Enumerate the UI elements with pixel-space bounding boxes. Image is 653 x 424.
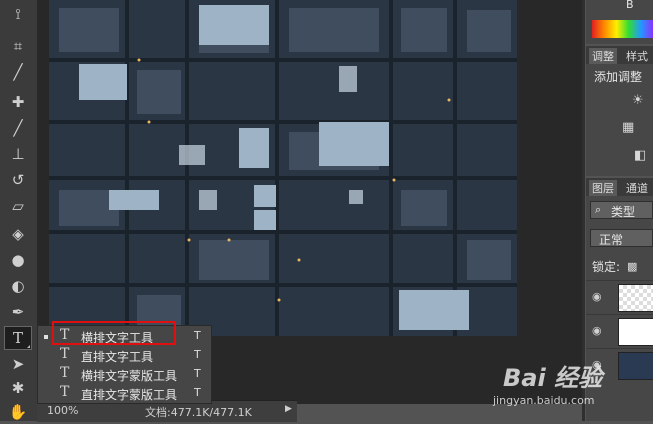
- adjustments-tabs: 调整 样式: [586, 46, 653, 64]
- document-image: [49, 0, 517, 336]
- lock-label: 锁定:: [592, 260, 621, 274]
- layers-tabs: 图层 通道: [586, 178, 653, 196]
- blend-mode-select[interactable]: 正常: [590, 229, 653, 247]
- color-b-label: B: [626, 0, 634, 11]
- path-selection-tool-icon[interactable]: ➤: [4, 352, 32, 376]
- custom-shape-tool-icon[interactable]: ✱: [4, 376, 32, 400]
- dodge-tool-icon[interactable]: ◐: [4, 274, 32, 298]
- layer-thumbnail: [618, 352, 653, 380]
- flyout-item-shortcut: T: [194, 329, 201, 342]
- flyout-item-label: 直排文字工具: [81, 350, 154, 364]
- hand-tool-icon[interactable]: ✋: [4, 400, 32, 424]
- crop-tool-icon[interactable]: ⌗: [4, 34, 32, 58]
- status-menu-arrow-icon[interactable]: ▶: [285, 404, 292, 414]
- zoom-level[interactable]: 100%: [47, 404, 78, 417]
- horizontal-type-mask-icon: T: [60, 365, 70, 381]
- vertical-type-icon: T: [60, 346, 70, 362]
- exposure-icon[interactable]: ◧: [634, 148, 646, 163]
- flyout-item-vertical-type-mask[interactable]: T 直排文字蒙版工具 T: [38, 384, 211, 403]
- flyout-item-label: 横排文字蒙版工具: [81, 369, 178, 383]
- blend-mode-value: 正常: [599, 233, 624, 247]
- flyout-item-horizontal-type-mask[interactable]: T 横排文字蒙版工具 T: [38, 365, 211, 384]
- tools-panel: ⟟ ⌗ ╱ ✚ ╱ ⊥ ↺ ▱ ◈ ● ◐ ✒ T ➤ ✱ ✋: [0, 0, 38, 421]
- layer-row[interactable]: ◉: [586, 314, 653, 349]
- levels-icon[interactable]: ▦: [622, 120, 634, 135]
- history-brush-tool-icon[interactable]: ↺: [4, 168, 32, 192]
- type-tool-glyph: T: [12, 329, 23, 347]
- color-spectrum[interactable]: [592, 20, 653, 38]
- visibility-eye-icon[interactable]: ◉: [592, 290, 602, 303]
- add-adjustment-label: 添加调整: [594, 70, 643, 84]
- search-icon: ⌕: [595, 203, 602, 216]
- watermark-brand: Bai 经验: [503, 364, 603, 392]
- watermark-url: jingyan.baidu.com: [493, 394, 595, 407]
- brightness-icon[interactable]: ☀: [632, 93, 644, 108]
- lock-transparent-pixels-icon[interactable]: ▩: [627, 260, 637, 273]
- layer-filter-value: 类型: [611, 205, 636, 219]
- tab-channels[interactable]: 通道: [626, 180, 648, 196]
- layer-filter-select[interactable]: ⌕ 类型: [590, 201, 653, 219]
- paint-bucket-tool-icon[interactable]: ◈: [4, 222, 32, 246]
- tab-layers[interactable]: 图层: [589, 180, 617, 196]
- layer-thumbnail: [618, 318, 653, 346]
- vertical-type-mask-icon: T: [60, 384, 70, 400]
- healing-brush-tool-icon[interactable]: ✚: [4, 90, 32, 114]
- brush-tool-icon[interactable]: ╱: [4, 116, 32, 140]
- type-tool-icon[interactable]: T: [4, 326, 32, 350]
- flyout-item-shortcut: T: [194, 367, 201, 380]
- flyout-item-shortcut: T: [194, 348, 201, 361]
- flyout-item-shortcut: T: [194, 386, 201, 399]
- pen-tool-icon[interactable]: ✒: [4, 300, 32, 324]
- tab-styles[interactable]: 样式: [626, 48, 648, 64]
- flyout-indicator-icon: [27, 345, 30, 348]
- flyout-item-vertical-type[interactable]: T 直排文字工具 T: [38, 346, 211, 365]
- layer-thumbnail: [618, 284, 653, 312]
- layer-row[interactable]: ◉: [586, 280, 653, 315]
- eraser-tool-icon[interactable]: ▱: [4, 194, 32, 218]
- annotation-highlight-box: [52, 321, 176, 345]
- selected-bullet-icon: [44, 335, 48, 339]
- tab-adjustments[interactable]: 调整: [589, 48, 617, 64]
- flyout-item-label: 直排文字蒙版工具: [81, 388, 178, 402]
- lasso-tool-icon[interactable]: ⟟: [4, 2, 32, 26]
- clone-stamp-tool-icon[interactable]: ⊥: [4, 142, 32, 166]
- eyedropper-tool-icon[interactable]: ╱: [4, 60, 32, 84]
- blur-tool-icon[interactable]: ●: [4, 248, 32, 272]
- visibility-eye-icon[interactable]: ◉: [592, 324, 602, 337]
- document-size: 文档:477.1K/477.1K: [145, 406, 252, 419]
